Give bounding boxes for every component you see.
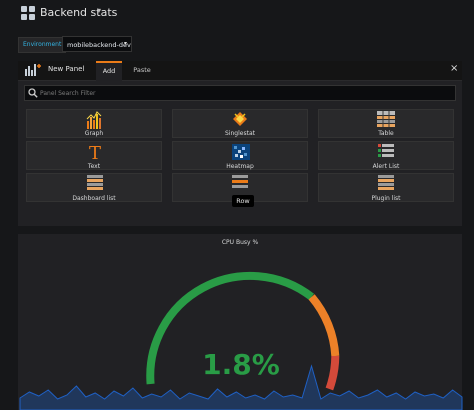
panel-card-label: Text	[87, 163, 101, 170]
panel-card-label: Singlestat	[225, 130, 255, 137]
environment-label: Environment:	[18, 37, 66, 53]
tab-add[interactable]: Add	[96, 61, 122, 81]
close-icon[interactable]: ×	[450, 63, 458, 74]
new-panel-icon	[25, 64, 41, 76]
svg-text:T: T	[89, 143, 101, 161]
alert-list-icon	[378, 144, 394, 157]
dashboard-title[interactable]: Backend stats	[40, 6, 117, 19]
tab-paste[interactable]: Paste	[128, 61, 156, 81]
panel-search-input[interactable]	[40, 86, 440, 100]
dashboard-grid-icon[interactable]	[21, 6, 35, 20]
search-icon	[28, 88, 38, 98]
heatmap-icon	[232, 144, 250, 160]
panel-card-label: Heatmap	[226, 163, 254, 170]
panel-card-label: Alert List	[372, 163, 400, 170]
graph-icon	[86, 111, 102, 129]
new-panel-title: New Panel	[48, 65, 85, 73]
panel-card-label: Graph	[84, 130, 104, 137]
table-icon	[377, 111, 395, 127]
cpu-busy-panel	[18, 234, 462, 410]
panel-card-label: Table	[378, 130, 394, 137]
environment-chevron-icon[interactable]: ▾	[124, 36, 127, 52]
gauge-value: 1.8%	[202, 348, 280, 381]
panel-card-label: Plugin list	[371, 195, 401, 202]
add-panel-header	[18, 61, 462, 81]
row-icon	[232, 175, 248, 188]
plugin-list-icon	[378, 175, 394, 190]
text-icon: T	[89, 143, 101, 161]
row-tooltip: Row	[232, 195, 254, 207]
environment-select[interactable]: mobilebackend-dev	[62, 36, 132, 52]
panel-title[interactable]: CPU Busy %	[18, 239, 462, 246]
dashboard-list-icon	[87, 175, 103, 190]
panel-card-label: Dashboard list	[72, 195, 116, 202]
chevron-down-icon[interactable]: ▾	[97, 6, 101, 15]
singlestat-icon	[233, 112, 247, 126]
